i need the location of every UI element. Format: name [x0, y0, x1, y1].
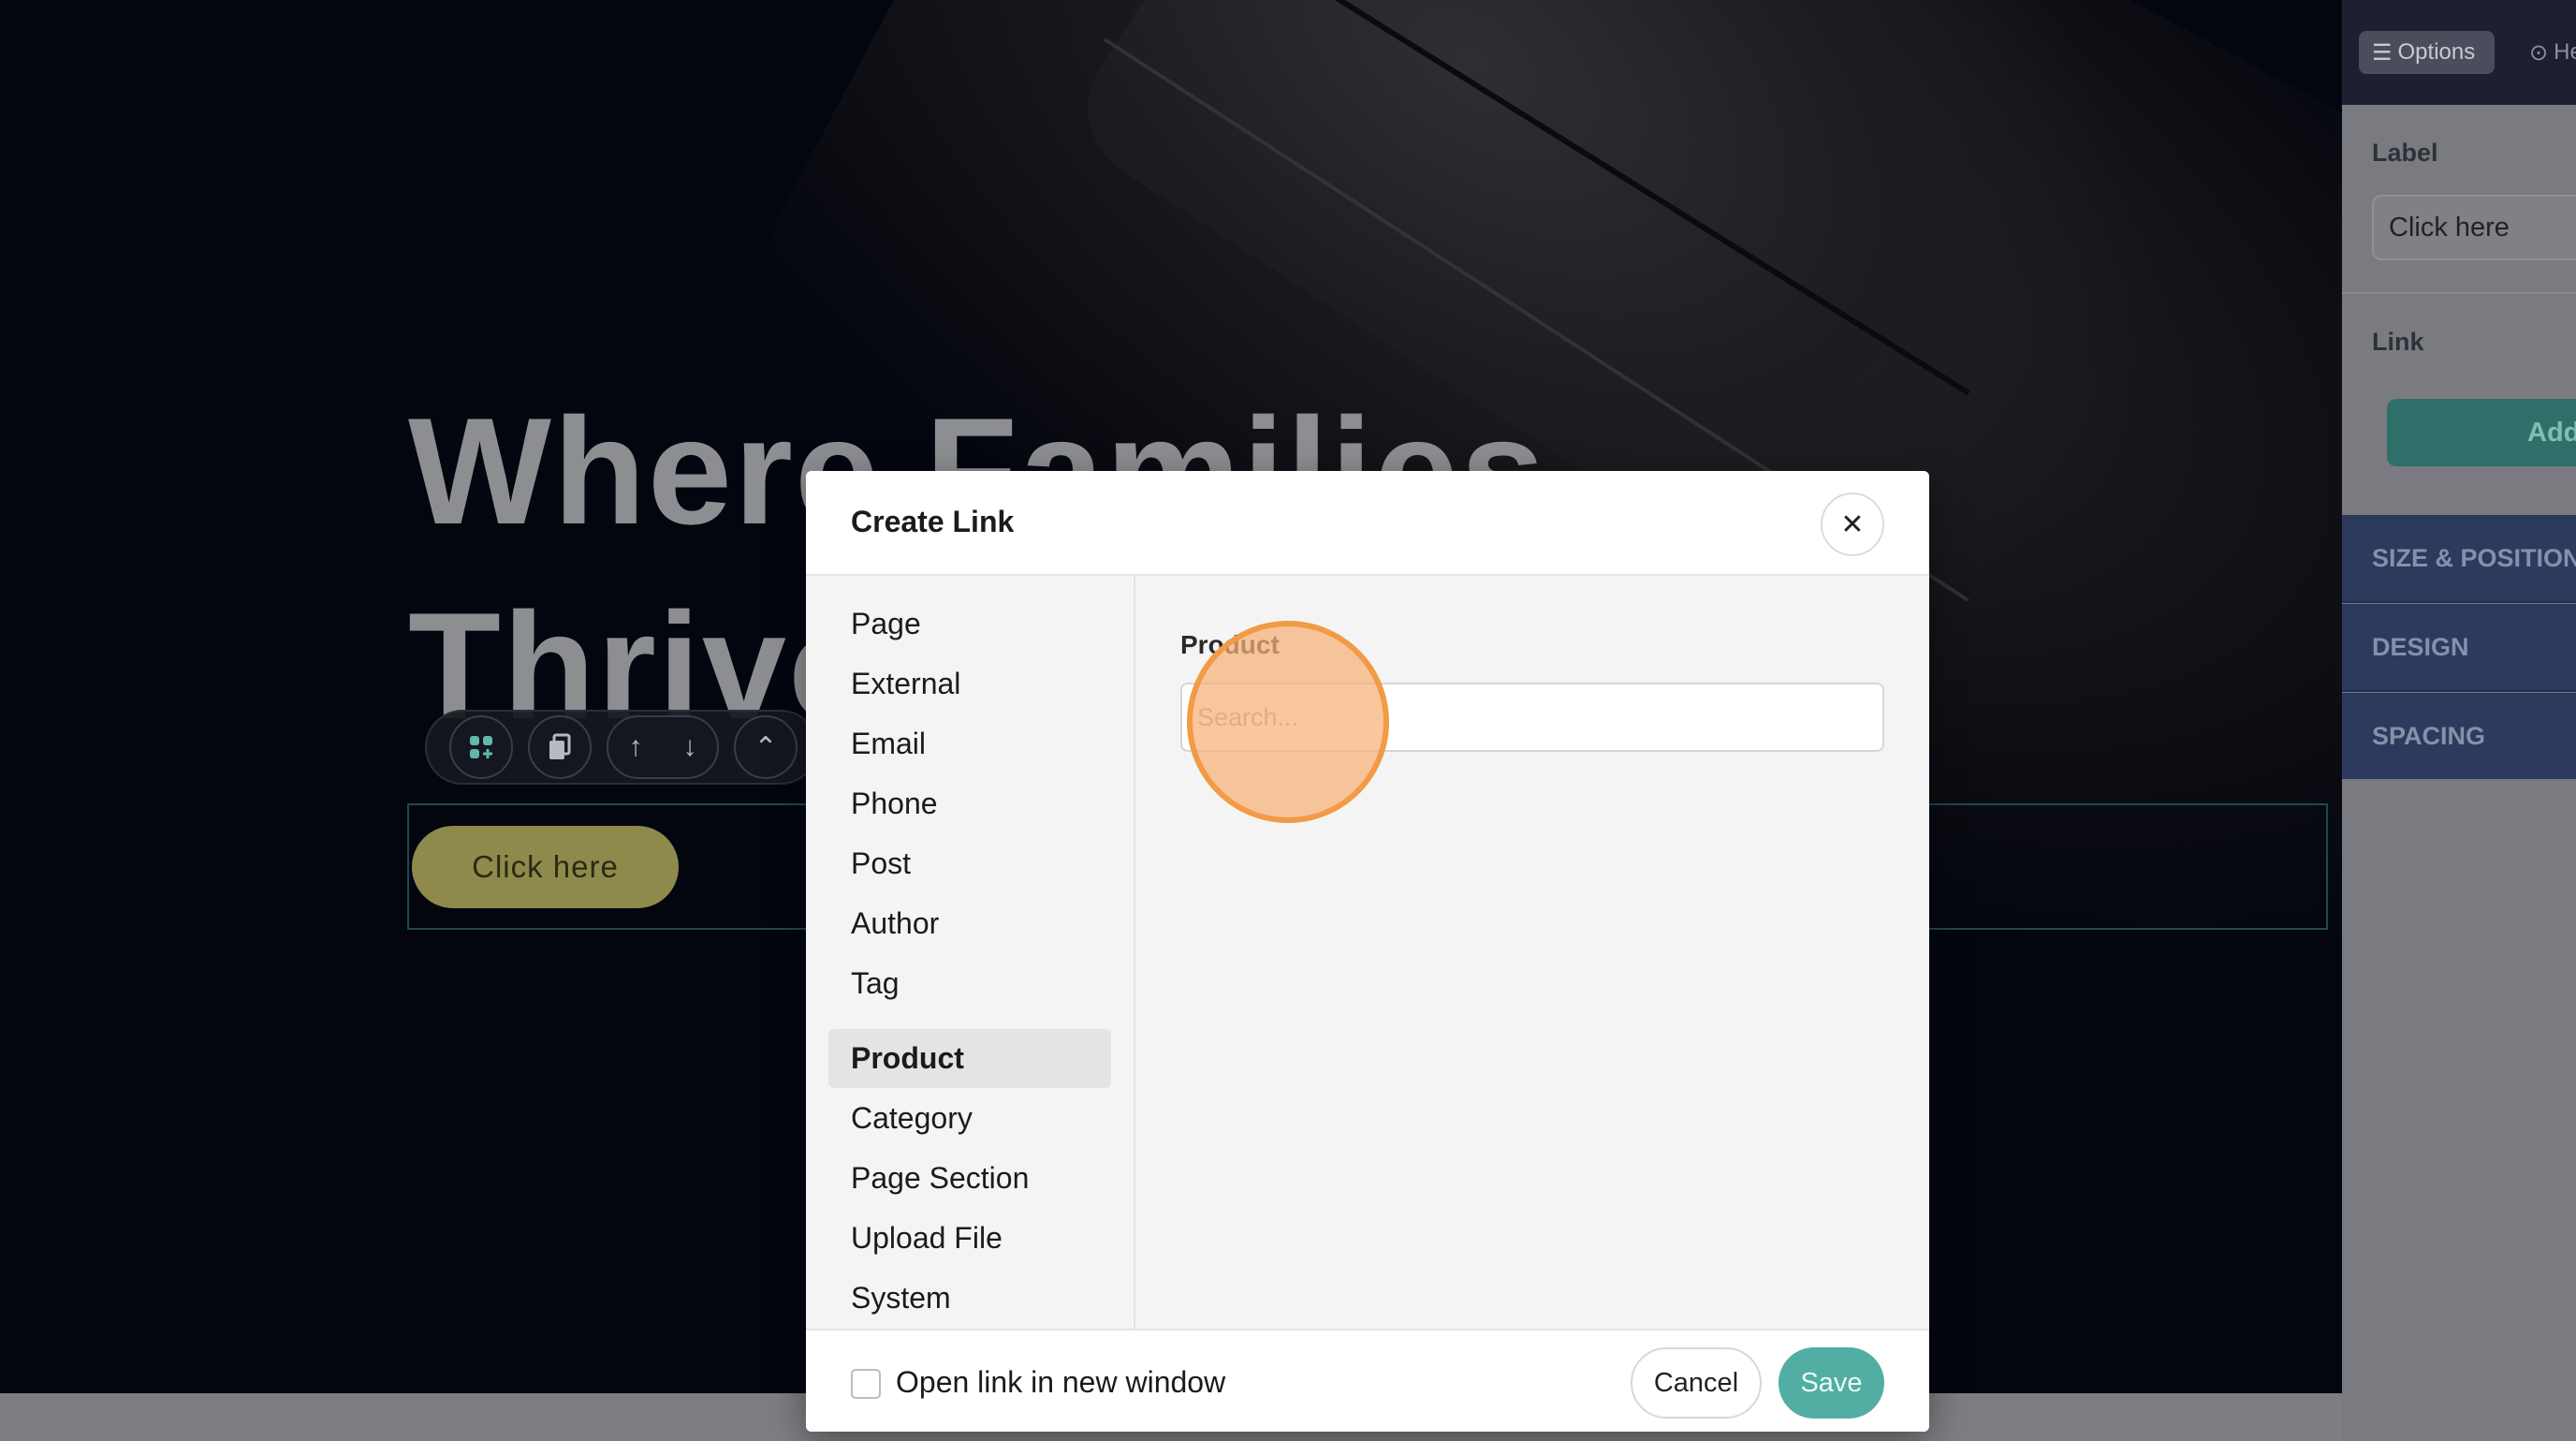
properties-panel: ☰ Options ⊙ He Label Click here Link Add…: [2342, 0, 2576, 1441]
link-type-email[interactable]: Email: [828, 714, 1111, 773]
link-type-author[interactable]: Author: [828, 894, 1111, 953]
add-link-button[interactable]: Add: [2387, 399, 2576, 466]
tab-options[interactable]: ☰ Options: [2359, 31, 2495, 74]
link-type-list: Page External Email Phone Post Author Ta…: [806, 576, 1135, 1329]
link-type-phone[interactable]: Phone: [828, 774, 1111, 833]
link-type-category[interactable]: Category: [828, 1089, 1111, 1148]
link-type-product[interactable]: Product: [828, 1029, 1111, 1088]
panel-divider: [2342, 601, 2576, 603]
panel-tabs: ☰ Options ⊙ He: [2342, 0, 2576, 105]
click-indicator: [1187, 621, 1389, 823]
section-size-position[interactable]: SIZE & POSITION: [2342, 515, 2576, 601]
label-input[interactable]: Click here: [2372, 195, 2576, 260]
link-type-tag[interactable]: Tag: [828, 954, 1111, 1013]
link-type-external[interactable]: External: [828, 654, 1111, 713]
create-link-dialog: Create Link ✕ Page External Email Phone …: [806, 471, 1929, 1432]
link-type-upload-file[interactable]: Upload File: [828, 1209, 1111, 1268]
save-button[interactable]: Save: [1778, 1347, 1884, 1419]
move-up-icon[interactable]: ↑: [629, 731, 643, 763]
link-type-page[interactable]: Page: [828, 595, 1111, 654]
panel-divider: [2342, 292, 2576, 294]
move-down-icon[interactable]: ↓: [683, 731, 697, 763]
tab-options-label: Options: [2397, 39, 2476, 65]
close-icon: ✕: [1840, 508, 1865, 540]
link-type-system[interactable]: System: [828, 1269, 1111, 1328]
section-spacing[interactable]: SPACING: [2342, 693, 2576, 779]
close-button[interactable]: ✕: [1821, 493, 1884, 556]
dialog-footer: Open link in new window Cancel Save: [806, 1329, 1929, 1432]
link-type-post[interactable]: Post: [828, 834, 1111, 893]
link-heading: Link: [2372, 328, 2424, 356]
link-type-page-section[interactable]: Page Section: [828, 1149, 1111, 1208]
open-new-window-label[interactable]: Open link in new window: [896, 1365, 1225, 1400]
open-new-window-checkbox[interactable]: [851, 1369, 881, 1399]
help-icon: ⊙: [2529, 39, 2549, 66]
dialog-title: Create Link: [851, 505, 1015, 538]
add-block-icon[interactable]: [449, 715, 513, 779]
duplicate-icon[interactable]: [528, 715, 592, 779]
cta-button[interactable]: Click here: [412, 826, 679, 908]
tab-help[interactable]: ⊙ He: [2529, 31, 2576, 74]
cancel-button[interactable]: Cancel: [1631, 1347, 1762, 1419]
element-toolbar: ↑ ↓ ⌃: [425, 710, 818, 785]
move-up-down-group: ↑ ↓: [607, 715, 719, 779]
panel-divider: [2342, 690, 2576, 692]
tab-help-label: He: [2554, 39, 2576, 65]
section-design[interactable]: DESIGN: [2342, 604, 2576, 690]
dialog-header: Create Link ✕: [806, 471, 1929, 576]
move-top-icon[interactable]: ⌃: [734, 715, 798, 779]
label-heading: Label: [2372, 139, 2438, 167]
sliders-icon: ☰: [2372, 39, 2393, 66]
